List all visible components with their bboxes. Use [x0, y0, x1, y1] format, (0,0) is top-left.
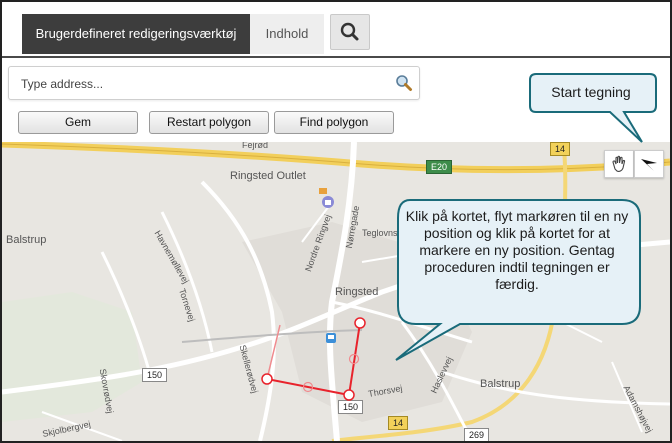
save-button[interactable]: Gem [18, 111, 138, 134]
draw-polygon-button[interactable] [634, 150, 664, 178]
address-search-box [8, 66, 420, 100]
address-input[interactable] [19, 73, 393, 95]
hand-icon [612, 155, 626, 172]
find-polygon-button[interactable]: Find polygon [274, 111, 394, 134]
search-icon [340, 22, 359, 41]
magnifier-icon[interactable] [395, 74, 413, 92]
tab-bar: Brugerdefineret redigeringsværktøj Indho… [2, 2, 670, 58]
tab-custom-editor[interactable]: Brugerdefineret redigeringsværktøj [22, 14, 250, 54]
callout-start-text: Start tegning [551, 84, 631, 100]
polygon-draw-icon [641, 159, 657, 171]
tab-content[interactable]: Indhold [250, 14, 324, 54]
polygon-vertex [343, 389, 355, 401]
app-window: Brugerdefineret redigeringsværktøj Indho… [0, 0, 672, 443]
restart-polygon-button[interactable]: Restart polygon [149, 111, 269, 134]
search-tab-button[interactable] [330, 14, 370, 50]
pan-tool-button[interactable] [604, 150, 634, 178]
polygon-vertex [354, 317, 366, 329]
callout-instructions-text: Klik på kortet, flyt markøren til en ny … [405, 208, 629, 292]
polygon-vertex [261, 373, 273, 385]
